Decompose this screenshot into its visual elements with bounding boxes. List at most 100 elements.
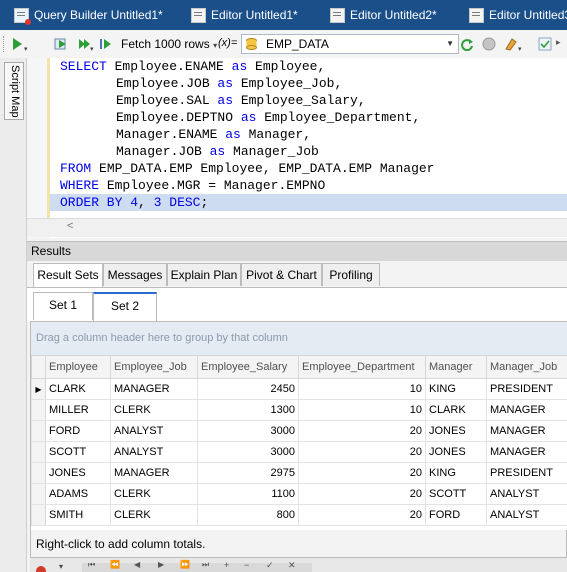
cell[interactable]: MANAGER [486,420,567,442]
cell[interactable]: CLARK [45,378,111,400]
cell[interactable]: SCOTT [45,441,111,463]
format-icon[interactable] [504,37,518,51]
cell[interactable]: JONES [425,441,487,463]
table-row[interactable]: JONES MANAGER 2975 20 KING PRESIDENT [31,462,567,484]
cell[interactable]: MANAGER [110,462,198,484]
cell[interactable]: MANAGER [110,378,198,400]
table-row[interactable]: SMITH CLERK 800 20 FORD ANALYST [31,504,567,526]
script-map-tab[interactable]: Script Map [4,62,24,120]
cell[interactable]: 2975 [197,462,299,484]
cell[interactable]: PRESIDENT [486,462,567,484]
add-row-icon[interactable]: + [224,560,229,570]
row-indicator [31,483,46,505]
cell[interactable]: MANAGER [486,441,567,463]
cell[interactable]: 20 [298,483,426,505]
tab-set-1[interactable]: Set 1 [33,292,93,320]
cell[interactable]: CLERK [110,399,198,421]
next-page-icon[interactable]: ⏩ [180,560,190,569]
execute-current-icon[interactable] [54,37,68,51]
editor-tab-bar: Query Builder Untitled1* Editor Untitled… [0,0,567,30]
next-record-icon[interactable]: ▶ [158,560,164,569]
cell[interactable]: SMITH [45,504,111,526]
column-header[interactable]: Manager [425,355,487,379]
tab-editor-1[interactable]: Editor Untitled1* [191,0,298,30]
column-header[interactable]: Employee_Job [110,355,198,379]
cell[interactable]: CLERK [110,504,198,526]
nav-dropdown-icon[interactable]: ▾ [59,562,63,571]
cancel-edit-icon[interactable]: ✕ [288,560,296,571]
table-row[interactable]: FORD ANALYST 3000 20 JONES MANAGER [31,420,567,442]
cell[interactable]: 3000 [197,441,299,463]
table-row[interactable]: ADAMS CLERK 1100 20 SCOTT ANALYST [31,483,567,505]
column-header[interactable]: Manager_Job [486,355,567,379]
cell[interactable]: ANALYST [486,483,567,505]
execute-dropdown-icon[interactable]: ▾ [24,45,28,53]
cell[interactable]: FORD [425,504,487,526]
prev-record-icon[interactable]: ◀ [134,560,140,569]
cell[interactable]: KING [425,378,487,400]
tab-set-2[interactable]: Set 2 [93,292,157,321]
toolbar-overflow-icon[interactable]: ▸ [556,37,567,51]
fetch-icon[interactable] [99,37,113,51]
editor-horizontal-scrollbar[interactable]: < [27,218,567,237]
refresh-icon[interactable] [460,37,474,51]
step-execute-icon[interactable] [77,37,91,51]
results-grid[interactable]: Drag a column header here to group by th… [30,321,567,532]
table-row[interactable]: MILLER CLERK 1300 10 CLARK MANAGER [31,399,567,421]
cell[interactable]: 10 [298,399,426,421]
cell[interactable]: PRESIDENT [486,378,567,400]
cell[interactable]: SCOTT [425,483,487,505]
cell[interactable]: JONES [425,420,487,442]
scroll-left-icon[interactable]: < [67,220,73,232]
stop-icon[interactable] [482,37,496,51]
tab-editor-3[interactable]: Editor Untitled3* [469,0,567,30]
cell[interactable]: 1100 [197,483,299,505]
group-by-panel[interactable]: Drag a column header here to group by th… [31,322,567,355]
cell[interactable]: 2450 [197,378,299,400]
cell[interactable]: 20 [298,420,426,442]
fetch-rows-select[interactable]: Fetch 1000 rows ▾ [121,37,217,51]
prev-page-icon[interactable]: ⏪ [110,560,120,569]
cell[interactable]: ANALYST [110,441,198,463]
table-row[interactable]: ▶ CLARK MANAGER 2450 10 KING PRESIDENT [31,378,567,400]
first-record-icon[interactable]: ⏮ [88,560,95,570]
cell[interactable]: MILLER [45,399,111,421]
format-dropdown-icon[interactable]: ▾ [518,45,522,53]
confirm-edit-icon[interactable]: ✓ [266,560,274,571]
tab-editor-2[interactable]: Editor Untitled2* [330,0,437,30]
cell[interactable]: FORD [45,420,111,442]
datasource-select[interactable]: EMP_DATA ▼ [241,34,459,54]
record-icon[interactable] [35,565,47,572]
cell[interactable]: 20 [298,441,426,463]
column-header[interactable]: Employee_Salary [197,355,299,379]
tab-messages[interactable]: Messages [103,263,167,286]
tab-explain-plan[interactable]: Explain Plan [167,263,241,286]
cell[interactable]: 800 [197,504,299,526]
cell[interactable]: 3000 [197,420,299,442]
column-header[interactable]: Employee [45,355,111,379]
execute-icon[interactable] [10,37,24,51]
cell[interactable]: CLERK [110,483,198,505]
cell[interactable]: ADAMS [45,483,111,505]
tab-result-sets[interactable]: Result Sets [33,263,103,288]
cell[interactable]: 20 [298,504,426,526]
variables-button[interactable]: (x)= [218,37,237,49]
tab-query-builder[interactable]: Query Builder Untitled1* [14,0,163,30]
cell[interactable]: ANALYST [110,420,198,442]
cell[interactable]: JONES [45,462,111,484]
step-dropdown-icon[interactable]: ▾ [90,45,94,53]
delete-row-icon[interactable]: − [244,560,249,570]
tab-pivot-chart[interactable]: Pivot & Chart [241,263,322,286]
cell[interactable]: 1300 [197,399,299,421]
cell[interactable]: MANAGER [486,399,567,421]
cell[interactable]: 10 [298,378,426,400]
cell[interactable]: CLARK [425,399,487,421]
column-header[interactable]: Employee_Department [298,355,426,379]
sql-check-icon[interactable] [538,37,552,51]
cell[interactable]: ANALYST [486,504,567,526]
tab-profiling[interactable]: Profiling [322,263,380,286]
table-row[interactable]: SCOTT ANALYST 3000 20 JONES MANAGER [31,441,567,463]
cell[interactable]: 20 [298,462,426,484]
last-record-icon[interactable]: ⏭ [202,560,209,570]
cell[interactable]: KING [425,462,487,484]
